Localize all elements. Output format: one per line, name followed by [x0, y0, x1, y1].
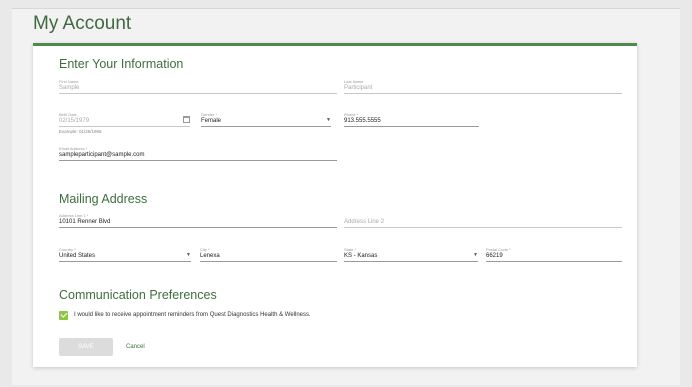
account-form-card: Enter Your Information First Name Sample…	[33, 43, 637, 367]
birth-date-underline	[59, 126, 190, 127]
reminder-preference[interactable]: I would like to receive appointment remi…	[59, 310, 311, 320]
phone-value[interactable]: 913.555.5555	[344, 117, 479, 125]
address-line2-placeholder[interactable]: Address Line 2	[344, 218, 622, 226]
last-name-underline	[344, 93, 622, 94]
address-line1-field[interactable]: Address Line 1 * 10101 Renner Blvd	[59, 213, 337, 228]
reminder-label: I would like to receive appointment remi…	[74, 312, 311, 318]
address-line1-value[interactable]: 10101 Renner Blvd	[59, 218, 337, 226]
phone-underline	[344, 126, 479, 127]
first-name-underline	[59, 93, 337, 94]
country-underline	[59, 261, 191, 262]
page-title: My Account	[33, 13, 132, 34]
first-name-field[interactable]: First Name Sample	[59, 79, 337, 94]
address-line1-underline	[59, 227, 337, 228]
last-name-field[interactable]: Last Name Participant	[344, 79, 622, 94]
chevron-down-icon: ▼	[326, 117, 331, 123]
chevron-down-icon: ▼	[186, 252, 191, 258]
reminder-checkbox[interactable]	[59, 310, 68, 320]
section-title-mailing: Mailing Address	[59, 192, 148, 206]
city-field[interactable]: City * Lenexa	[200, 247, 337, 262]
postal-code-field[interactable]: Postal Code * 66219	[486, 247, 622, 262]
city-underline	[200, 261, 337, 262]
postal-code-underline	[486, 261, 622, 262]
address-line2-underline	[344, 227, 622, 228]
address-line2-field[interactable]: Address Line 2	[344, 213, 622, 228]
birth-date-field[interactable]: Birth Date 02/15/1979 Example: 01/25/196…	[59, 112, 190, 134]
gender-select[interactable]: Gender * Female ▼	[201, 112, 331, 127]
chevron-down-icon: ▼	[473, 252, 478, 258]
section-title-communication: Communication Preferences	[59, 288, 217, 302]
email-underline	[59, 160, 337, 161]
state-value[interactable]: KS - Kansas	[344, 252, 478, 260]
country-select[interactable]: Country * United States ▼	[59, 247, 191, 262]
cancel-button[interactable]: Cancel	[126, 338, 145, 356]
first-name-value[interactable]: Sample	[59, 84, 337, 92]
email-field[interactable]: Email Address * sampleparticipant@sample…	[59, 146, 337, 161]
email-value[interactable]: sampleparticipant@sample.com	[59, 151, 337, 159]
postal-code-value[interactable]: 66219	[486, 252, 622, 260]
gender-value[interactable]: Female	[201, 117, 331, 125]
save-button[interactable]: SAVE	[59, 338, 113, 356]
calendar-icon[interactable]	[183, 116, 190, 123]
state-underline	[344, 261, 478, 262]
city-value[interactable]: Lenexa	[200, 252, 337, 260]
section-title-information: Enter Your Information	[59, 57, 184, 71]
birth-date-hint: Example: 01/25/1965	[59, 129, 102, 134]
phone-field[interactable]: Phone * 913.555.5555	[344, 112, 479, 127]
last-name-value[interactable]: Participant	[344, 84, 622, 92]
birth-date-value[interactable]: 02/15/1979	[59, 117, 190, 125]
country-value[interactable]: United States	[59, 252, 191, 260]
gender-underline	[201, 126, 331, 127]
state-select[interactable]: State * KS - Kansas ▼	[344, 247, 478, 262]
